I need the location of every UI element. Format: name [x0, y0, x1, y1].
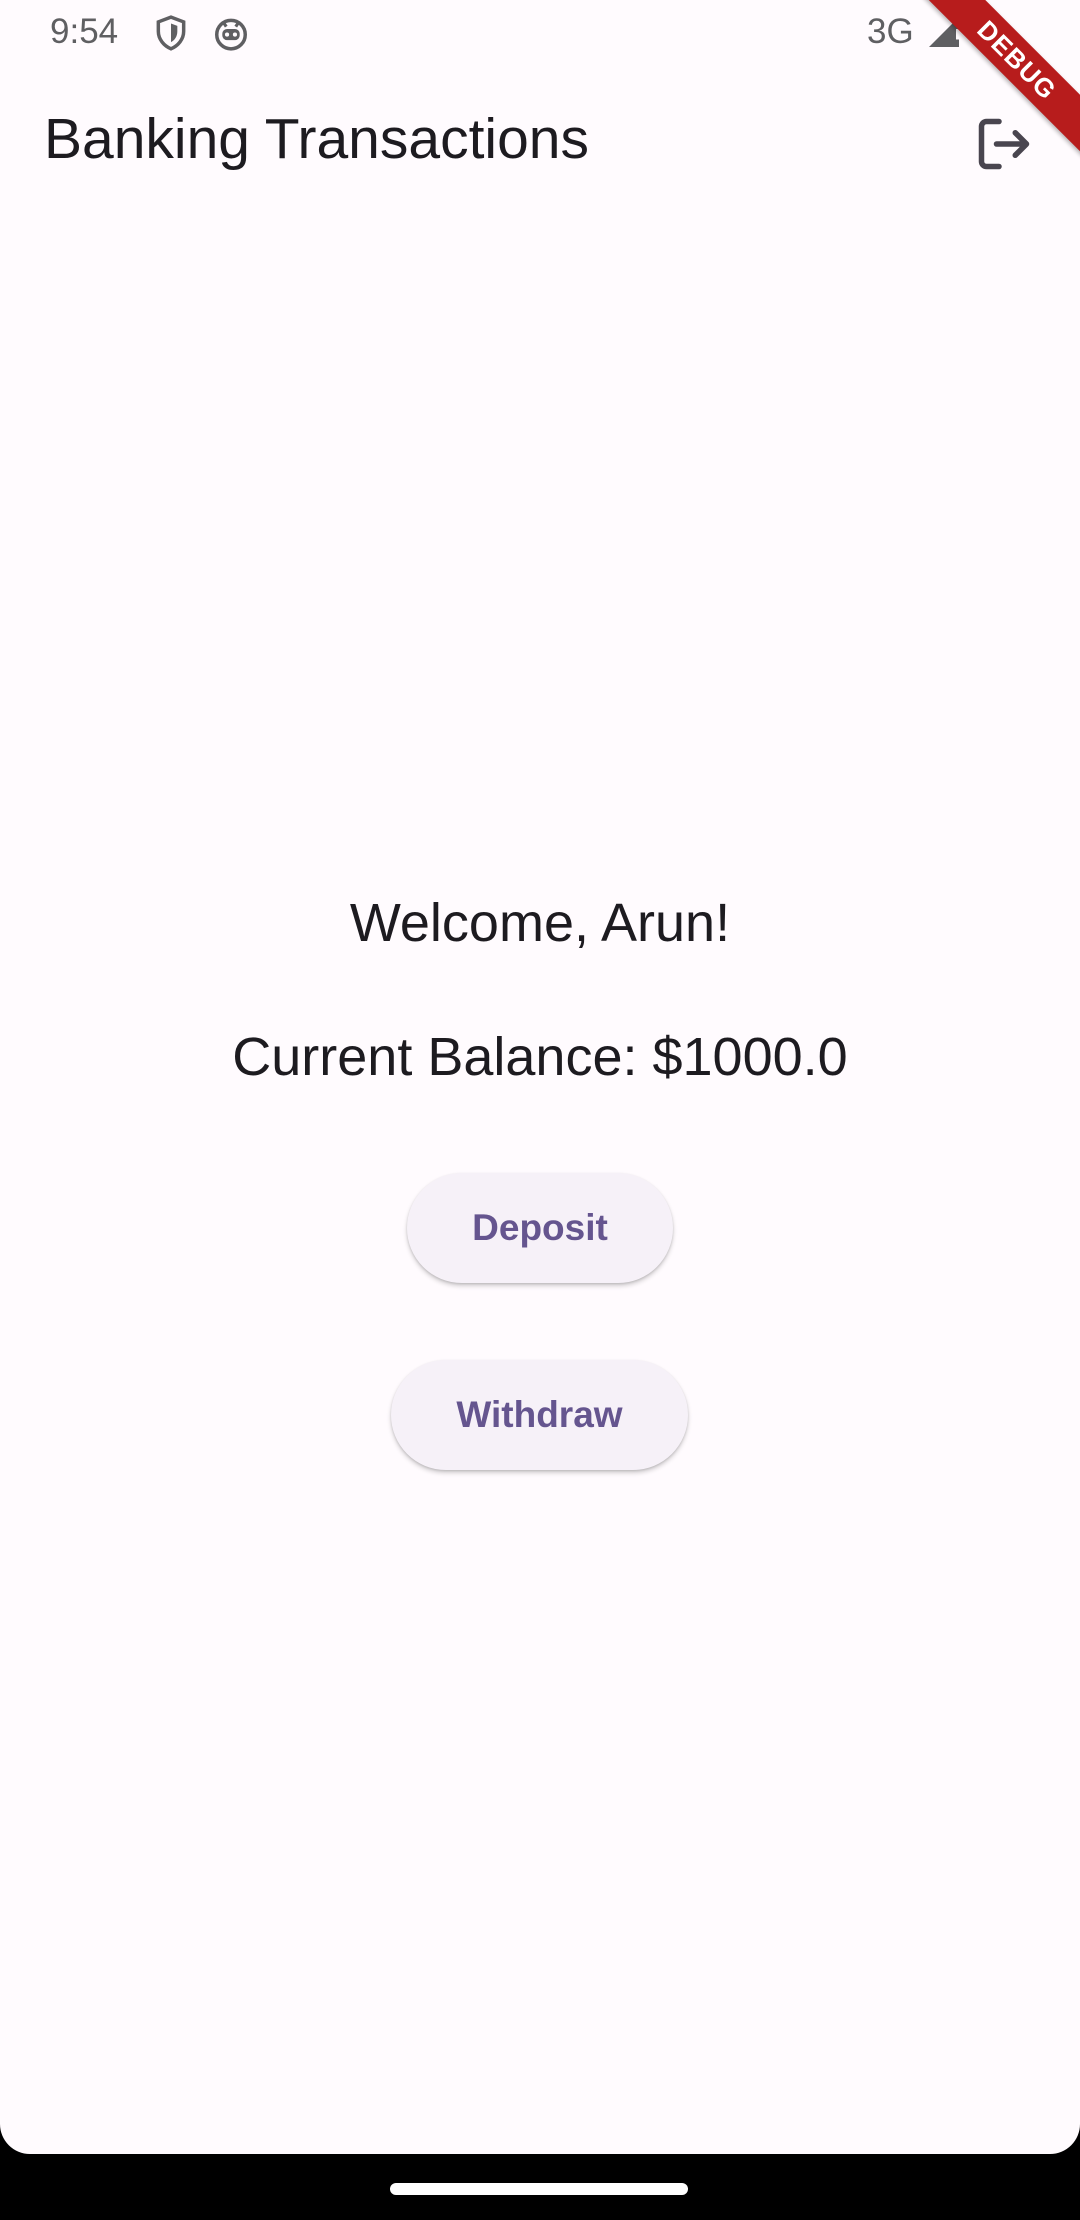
deposit-button[interactable]: Deposit — [407, 1173, 673, 1283]
status-time: 9:54 — [50, 12, 119, 51]
withdraw-button[interactable]: Withdraw — [391, 1360, 688, 1470]
status-bar: 9:54 3G — [0, 0, 1080, 66]
screen: 9:54 3G Banking Transactions DEBUG Welco… — [0, 0, 1080, 2220]
screen-corner-right — [1050, 2124, 1080, 2154]
robot-icon — [215, 18, 247, 51]
balance-text: Current Balance: $1000.0 — [232, 1027, 848, 1087]
signal-icon — [929, 17, 961, 47]
withdraw-button-label: Withdraw — [456, 1394, 623, 1435]
logout-icon — [978, 118, 1030, 170]
logout-button[interactable] — [966, 106, 1042, 182]
welcome-text: Welcome, Arun! — [349, 893, 731, 953]
app-title: Banking Transactions — [44, 107, 589, 171]
network-label: 3G — [867, 12, 914, 51]
app-bar: Banking Transactions — [0, 66, 1080, 220]
shield-icon — [156, 15, 186, 51]
screen-corner-left — [0, 2124, 30, 2154]
deposit-button-label: Deposit — [472, 1207, 608, 1248]
home-gesture-handle[interactable] — [390, 2183, 688, 2195]
battery-icon — [981, 14, 1003, 52]
